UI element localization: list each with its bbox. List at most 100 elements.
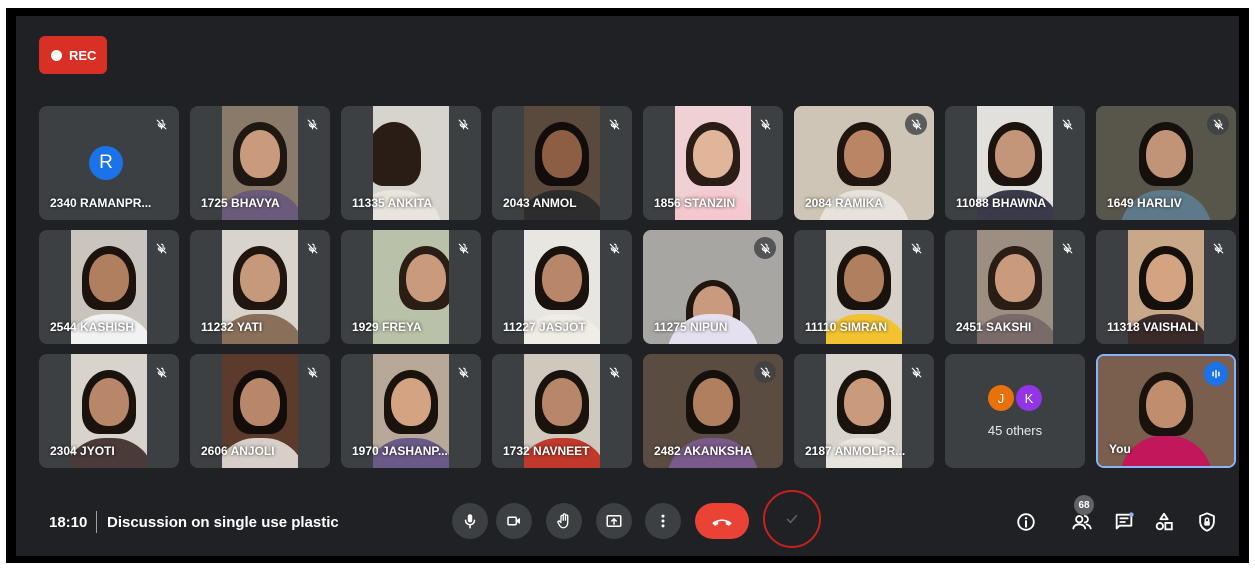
host-controls-button[interactable] (1194, 509, 1220, 535)
participant-name: 1725 BHAVYA (201, 196, 280, 210)
participant-name: 11275 NIPUN (654, 320, 728, 334)
participant-tile[interactable]: R 2340 RAMANPR... (39, 106, 179, 220)
mic-off-icon (301, 237, 323, 259)
mic-off-icon (452, 237, 474, 259)
participant-name: 1856 STANZIN (654, 196, 736, 210)
mic-off-icon (150, 113, 172, 135)
participant-name: 2187 ANMOLPR... (805, 444, 906, 458)
mic-off-icon (452, 113, 474, 135)
meeting-title: Discussion on single use plastic (107, 514, 339, 531)
record-dot-icon (51, 49, 62, 61)
others-avatar: J (988, 385, 1014, 411)
participant-name: 11088 BHAWNA (956, 196, 1047, 210)
participant-tile[interactable]: 2606 ANJOLI (190, 354, 330, 468)
self-view-tile[interactable]: You (1096, 354, 1236, 468)
participant-tile[interactable]: 2084 RAMIKA (794, 106, 934, 220)
mic-off-icon (150, 361, 172, 383)
participant-tile[interactable]: 2482 AKANKSHA (643, 354, 783, 468)
participant-name: 2451 SAKSHI (956, 320, 1032, 334)
participant-name: 2606 ANJOLI (201, 444, 275, 458)
info-icon (1017, 513, 1035, 531)
activities-button[interactable] (1151, 509, 1177, 535)
participant-tile[interactable]: 11088 BHAWNA (945, 106, 1085, 220)
microphone-button[interactable] (452, 503, 488, 539)
annotation-circle (763, 490, 821, 548)
chat-icon (1115, 512, 1134, 530)
participant-name: 11335 ANKITA (352, 196, 433, 210)
others-avatar: K (1016, 385, 1042, 411)
mic-off-icon (905, 361, 927, 383)
participant-tile[interactable]: 2043 ANMOL (492, 106, 632, 220)
more-options-button[interactable] (645, 503, 681, 539)
participant-tile[interactable]: 2544 KASHISH (39, 230, 179, 344)
activities-icon (1155, 512, 1173, 531)
bottom-bar: 18:10 Discussion on single use plastic 6… (39, 490, 1235, 548)
leave-call-button[interactable] (695, 503, 749, 539)
participant-name: 11318 VAISHALI (1107, 320, 1199, 334)
participant-tile[interactable]: 2187 ANMOLPR... (794, 354, 934, 468)
participant-tile[interactable]: 11227 JASJOT (492, 230, 632, 344)
mic-off-icon (1207, 113, 1229, 135)
participant-tile[interactable]: 1725 BHAVYA (190, 106, 330, 220)
participant-tile[interactable]: 2451 SAKSHI (945, 230, 1085, 344)
participant-name: 2043 ANMOL (503, 196, 577, 210)
participant-avatar: R (89, 146, 123, 180)
chat-button[interactable] (1111, 509, 1137, 535)
mic-off-icon (603, 237, 625, 259)
call-end-icon (712, 519, 732, 526)
participant-tile[interactable]: 11110 SIMRAN (794, 230, 934, 344)
participant-name: 2544 KASHISH (50, 320, 135, 334)
self-name: You (1109, 442, 1131, 456)
mic-off-icon (905, 237, 927, 259)
mic-off-icon (905, 113, 927, 135)
hand-icon (557, 513, 569, 529)
others-label: 45 others (987, 423, 1043, 438)
check-icon (786, 514, 798, 524)
mic-off-icon (1207, 237, 1229, 259)
participant-tile[interactable]: 11232 YATI (190, 230, 330, 344)
mic-off-icon (1056, 237, 1078, 259)
speaking-icon (1204, 362, 1228, 386)
mic-off-icon (754, 237, 776, 259)
participant-name: 2084 RAMIKA (805, 196, 884, 210)
mic-off-icon (603, 361, 625, 383)
others-tile[interactable]: J K 45 others (945, 354, 1085, 468)
present-screen-button[interactable] (596, 503, 632, 539)
participant-name: 2304 JYOTI (50, 444, 115, 458)
mic-off-icon (452, 361, 474, 383)
participant-name: 1970 JASHANP... (352, 444, 448, 458)
mic-off-icon (754, 113, 776, 135)
meeting-details-button[interactable] (1013, 509, 1039, 535)
present-icon (606, 515, 622, 527)
participant-tile[interactable]: 1649 HARLIV (1096, 106, 1236, 220)
shield-lock-icon (1199, 512, 1215, 532)
participant-tile[interactable]: 11275 NIPUN (643, 230, 783, 344)
mic-off-icon (754, 361, 776, 383)
divider (96, 511, 97, 533)
mic-off-icon (301, 113, 323, 135)
mic-off-icon (150, 237, 172, 259)
mic-off-icon (1056, 113, 1078, 135)
participant-tile[interactable]: 1970 JASHANP... (341, 354, 481, 468)
participant-name: 11227 JASJOT (503, 320, 586, 334)
participant-grid: R 2340 RAMANPR... 1725 BHAVYA 11335 ANKI… (39, 106, 1236, 468)
participant-name: 11110 SIMRAN (805, 320, 888, 334)
recording-indicator: REC (39, 36, 107, 74)
participant-tile[interactable]: 1856 STANZIN (643, 106, 783, 220)
participant-tile[interactable]: 11318 VAISHALI (1096, 230, 1236, 344)
participant-name: 11232 YATI (201, 320, 263, 334)
participant-tile[interactable]: 1732 NAVNEET (492, 354, 632, 468)
more-vert-icon (661, 514, 665, 528)
participant-tile[interactable]: 11335 ANKITA (341, 106, 481, 220)
raise-hand-button[interactable] (546, 503, 582, 539)
participant-name: 1929 FREYA (352, 320, 422, 334)
participant-name: 2482 AKANKSHA (654, 444, 753, 458)
participant-tile[interactable]: 2304 JYOTI (39, 354, 179, 468)
participant-name: 1649 HARLIV (1107, 196, 1182, 210)
camera-button[interactable] (496, 503, 532, 539)
mic-off-icon (301, 361, 323, 383)
participant-tile[interactable]: 1929 FREYA (341, 230, 481, 344)
participant-count-badge: 68 (1074, 495, 1094, 515)
meeting-time: 18:10 (49, 514, 88, 531)
mic-off-icon (603, 113, 625, 135)
